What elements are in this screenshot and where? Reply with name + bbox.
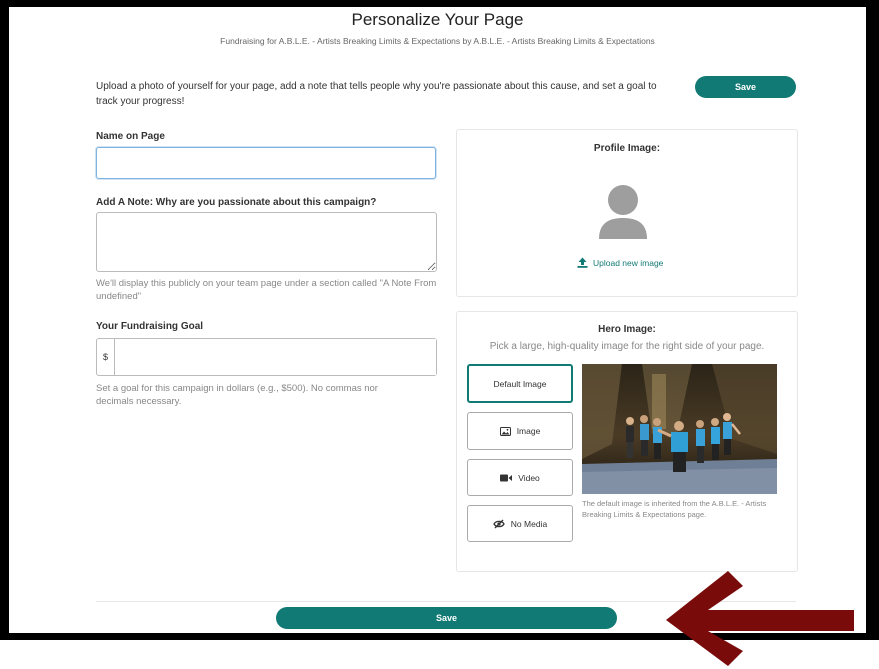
hero-image-subtitle: Pick a large, high-quality image for the… [489,341,765,352]
fundraising-goal-label: Your Fundraising Goal [96,321,204,332]
page-title: Personalize Your Page [351,10,524,29]
video-camera-icon [500,474,513,481]
intro-text: Upload a photo of yourself for your page… [96,81,657,107]
save-button-bottom[interactable]: Save [276,607,617,629]
note-label: Add A Note: Why are you passionate about… [96,197,377,208]
default-image-option[interactable]: Default Image [467,364,573,403]
black-frame-right [866,0,879,640]
save-button-top[interactable]: Save [695,76,796,98]
name-on-page-label: Name on Page [96,131,165,142]
annotation-arrow-icon [666,571,854,666]
hero-image-caption: The default image is inherited from the … [582,499,767,519]
note-help-text: We'll display this publicly on your team… [96,278,437,302]
name-on-page-input[interactable] [96,147,436,179]
page-subtitle: Fundraising for A.B.L.E. - Artists Break… [220,36,655,46]
black-frame-top [0,0,879,7]
hero-image-card: Hero Image: Pick a large, high-quality i… [456,311,798,572]
no-media-option-label: No Media [510,518,548,529]
image-icon [499,426,511,436]
avatar-placeholder-icon [599,185,647,239]
video-option[interactable]: Video [467,459,573,496]
upload-new-image-label: Upload new image [593,257,664,268]
eye-slash-icon [493,519,505,528]
dollar-prefix: $ [97,339,115,375]
black-frame-left [0,0,9,640]
goal-help-text: Set a goal for this campaign in dollars … [96,383,378,407]
profile-image-card: Profile Image: Upload new image [456,129,798,297]
image-option[interactable]: Image [467,412,573,450]
hero-default-photo [582,364,777,494]
upload-icon [577,257,588,268]
hero-image-title: Hero Image: [598,324,656,335]
profile-image-title: Profile Image: [593,143,661,154]
fundraising-goal-input[interactable] [115,339,436,375]
video-option-label: Video [518,472,540,483]
personalize-page: Personalize Your Page Fundraising for A.… [9,7,866,633]
no-media-option[interactable]: No Media [467,505,573,542]
default-image-label: Default Image [493,378,547,389]
image-option-label: Image [516,426,541,436]
upload-new-image-link[interactable]: Upload new image [577,257,663,268]
note-textarea[interactable] [96,212,437,272]
fundraising-goal-field: $ [96,338,437,376]
